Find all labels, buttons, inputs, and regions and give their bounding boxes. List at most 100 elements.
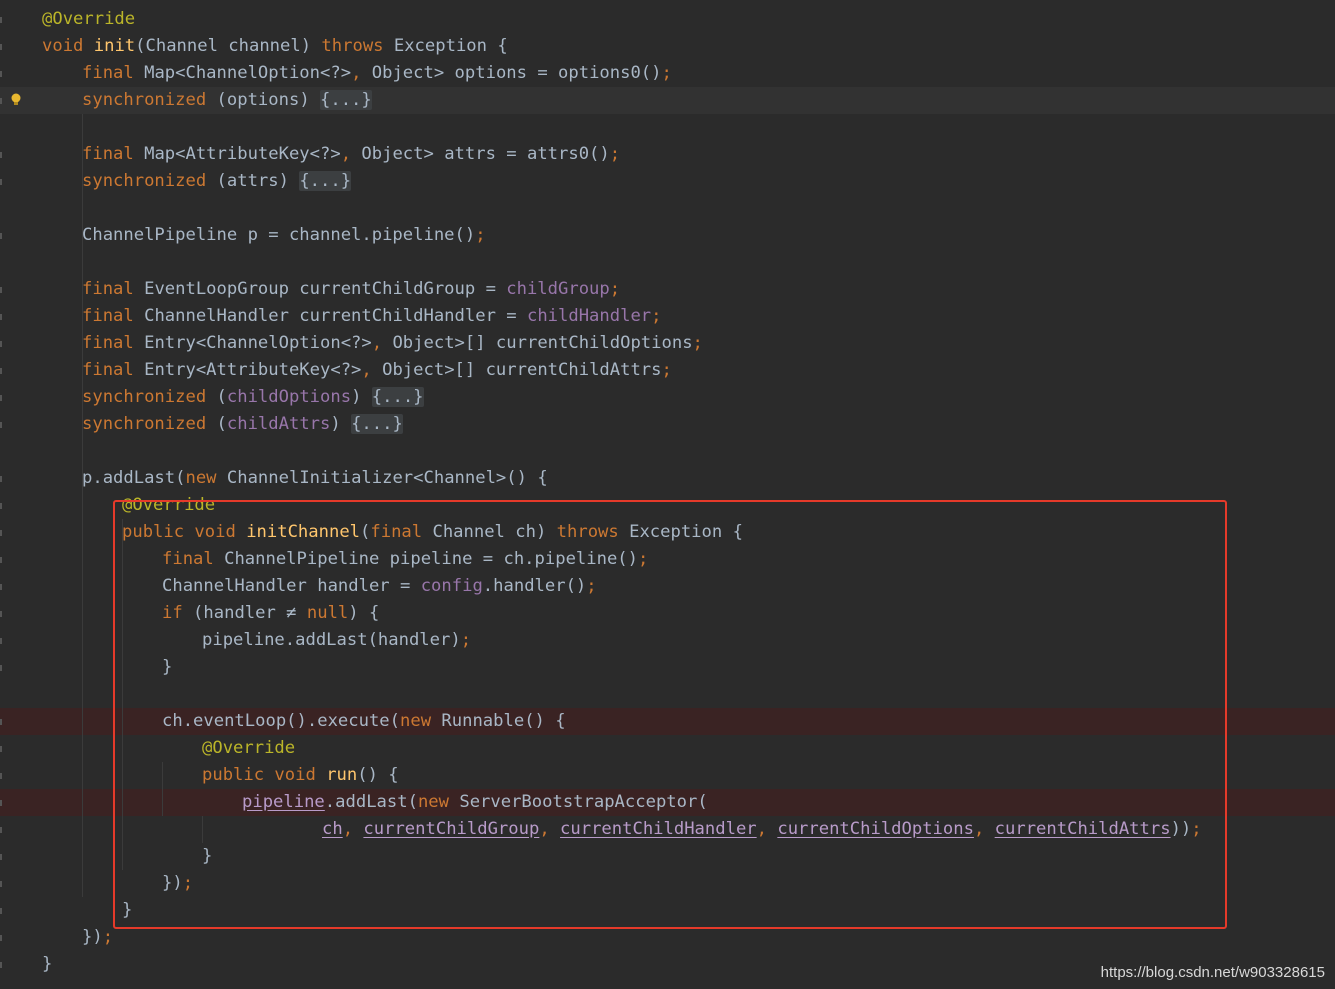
code-line[interactable]: }); [0, 924, 1335, 951]
code-line[interactable] [0, 438, 1335, 465]
fold-marker-icon[interactable] [0, 665, 2, 671]
code-line[interactable]: } [0, 897, 1335, 924]
code-line[interactable]: pipeline.addLast(handler); [0, 627, 1335, 654]
code-line-text[interactable]: @Override [202, 735, 295, 762]
fold-marker-icon[interactable] [0, 557, 2, 563]
code-line[interactable]: } [0, 843, 1335, 870]
fold-marker-icon[interactable] [0, 368, 2, 374]
fold-marker-icon[interactable] [0, 746, 2, 752]
fold-marker-icon[interactable] [0, 503, 2, 509]
code-line[interactable]: ChannelHandler handler = config.handler(… [0, 573, 1335, 600]
fold-marker-icon[interactable] [0, 179, 2, 185]
code-line-text[interactable]: final Entry<ChannelOption<?>, Object>[] … [82, 330, 703, 357]
code-line[interactable] [0, 195, 1335, 222]
code-line[interactable]: void init(Channel channel) throws Except… [0, 33, 1335, 60]
fold-marker-icon[interactable] [0, 611, 2, 617]
fold-marker-icon[interactable] [0, 773, 2, 779]
code-editor[interactable]: @Override void init(Channel channel) thro… [0, 0, 1335, 989]
code-line-text[interactable]: synchronized (attrs) {...} [82, 168, 352, 195]
fold-marker-icon[interactable] [0, 395, 2, 401]
fold-marker-icon[interactable] [0, 854, 2, 860]
code-line-text[interactable]: } [162, 654, 172, 681]
fold-marker-icon[interactable] [0, 800, 2, 806]
code-line-text[interactable]: final Map<AttributeKey<?>, Object> attrs… [82, 141, 620, 168]
fold-marker-icon[interactable] [0, 341, 2, 347]
fold-marker-icon[interactable] [0, 584, 2, 590]
fold-marker-icon[interactable] [0, 98, 2, 104]
code-line-text[interactable]: final ChannelPipeline pipeline = ch.pipe… [162, 546, 648, 573]
code-line-text[interactable]: final Entry<AttributeKey<?>, Object>[] c… [82, 357, 672, 384]
fold-marker-icon[interactable] [0, 719, 2, 725]
code-line[interactable]: final Map<ChannelOption<?>, Object> opti… [0, 60, 1335, 87]
code-line[interactable]: final Entry<AttributeKey<?>, Object>[] c… [0, 357, 1335, 384]
fold-marker-icon[interactable] [0, 530, 2, 536]
lightbulb-icon[interactable] [10, 92, 22, 108]
code-line-text[interactable]: p.addLast(new ChannelInitializer<Channel… [82, 465, 548, 492]
code-line[interactable] [0, 114, 1335, 141]
code-line[interactable]: final Entry<ChannelOption<?>, Object>[] … [0, 330, 1335, 357]
code-line[interactable]: public void run() { [0, 762, 1335, 789]
code-line[interactable]: final ChannelPipeline pipeline = ch.pipe… [0, 546, 1335, 573]
fold-marker-icon[interactable] [0, 422, 2, 428]
code-line-text[interactable]: public void run() { [202, 762, 399, 789]
code-line-text[interactable]: }); [162, 870, 193, 897]
fold-marker-icon[interactable] [0, 233, 2, 239]
fold-marker-icon[interactable] [0, 962, 2, 968]
code-line[interactable] [0, 681, 1335, 708]
code-line-text[interactable]: @Override [122, 492, 215, 519]
code-line-text[interactable]: public void initChannel(final Channel ch… [122, 519, 743, 546]
code-line-text[interactable]: ChannelPipeline p = channel.pipeline(); [82, 222, 486, 249]
code-line-text[interactable]: synchronized (options) {...} [82, 87, 372, 114]
code-line[interactable]: synchronized (childAttrs) {...} [0, 411, 1335, 438]
code-line[interactable]: }); [0, 870, 1335, 897]
code-line[interactable]: ch.eventLoop().execute(new Runnable() { [0, 708, 1335, 735]
folded-code-block[interactable]: {...} [320, 90, 372, 110]
fold-marker-icon[interactable] [0, 476, 2, 482]
code-line[interactable]: @Override [0, 492, 1335, 519]
folded-code-block[interactable]: {...} [299, 171, 352, 191]
folded-code-block[interactable]: {...} [351, 414, 403, 434]
code-line-text[interactable]: final ChannelHandler currentChildHandler… [82, 303, 662, 330]
code-line-text[interactable]: synchronized (childOptions) {...} [82, 384, 424, 411]
code-line[interactable]: synchronized (childOptions) {...} [0, 384, 1335, 411]
code-line[interactable]: @Override [0, 6, 1335, 33]
fold-marker-icon[interactable] [0, 44, 2, 50]
code-line-text[interactable]: }); [82, 924, 113, 951]
code-line[interactable]: ChannelPipeline p = channel.pipeline(); [0, 222, 1335, 249]
code-line-text[interactable]: final EventLoopGroup currentChildGroup =… [82, 276, 620, 303]
code-line[interactable]: } [0, 654, 1335, 681]
code-line[interactable]: synchronized (options) {...} [0, 87, 1335, 114]
code-line[interactable]: synchronized (attrs) {...} [0, 168, 1335, 195]
fold-marker-icon[interactable] [0, 17, 2, 23]
folded-code-block[interactable]: {...} [371, 387, 424, 407]
code-line-text[interactable]: ch.eventLoop().execute(new Runnable() { [162, 708, 566, 735]
code-line[interactable]: @Override [0, 735, 1335, 762]
code-line-text[interactable]: pipeline.addLast(new ServerBootstrapAcce… [242, 789, 708, 816]
code-line[interactable]: final Map<AttributeKey<?>, Object> attrs… [0, 141, 1335, 168]
code-line-text[interactable]: final Map<ChannelOption<?>, Object> opti… [82, 60, 672, 87]
code-line[interactable]: final EventLoopGroup currentChildGroup =… [0, 276, 1335, 303]
code-line[interactable]: if (handler ≠ null) { [0, 600, 1335, 627]
code-line[interactable]: ch, currentChildGroup, currentChildHandl… [0, 816, 1335, 843]
fold-marker-icon[interactable] [0, 152, 2, 158]
code-line-text[interactable]: } [202, 843, 212, 870]
code-line[interactable] [0, 249, 1335, 276]
code-line-text[interactable]: void init(Channel channel) throws Except… [42, 33, 508, 60]
fold-marker-icon[interactable] [0, 71, 2, 77]
fold-marker-icon[interactable] [0, 935, 2, 941]
code-line[interactable]: p.addLast(new ChannelInitializer<Channel… [0, 465, 1335, 492]
code-line-text[interactable]: @Override [42, 6, 135, 33]
fold-marker-icon[interactable] [0, 908, 2, 914]
code-line-text[interactable]: synchronized (childAttrs) {...} [82, 411, 403, 438]
code-line[interactable]: pipeline.addLast(new ServerBootstrapAcce… [0, 789, 1335, 816]
code-line[interactable]: final ChannelHandler currentChildHandler… [0, 303, 1335, 330]
code-line-text[interactable]: pipeline.addLast(handler); [202, 627, 471, 654]
fold-marker-icon[interactable] [0, 314, 2, 320]
code-line[interactable]: public void initChannel(final Channel ch… [0, 519, 1335, 546]
code-line-text[interactable]: ch, currentChildGroup, currentChildHandl… [322, 816, 1202, 843]
code-line-text[interactable]: if (handler ≠ null) { [162, 600, 379, 627]
code-line-text[interactable]: } [122, 897, 132, 924]
code-line-text[interactable]: } [42, 951, 52, 978]
fold-marker-icon[interactable] [0, 881, 2, 887]
code-line-text[interactable]: ChannelHandler handler = config.handler(… [162, 573, 597, 600]
